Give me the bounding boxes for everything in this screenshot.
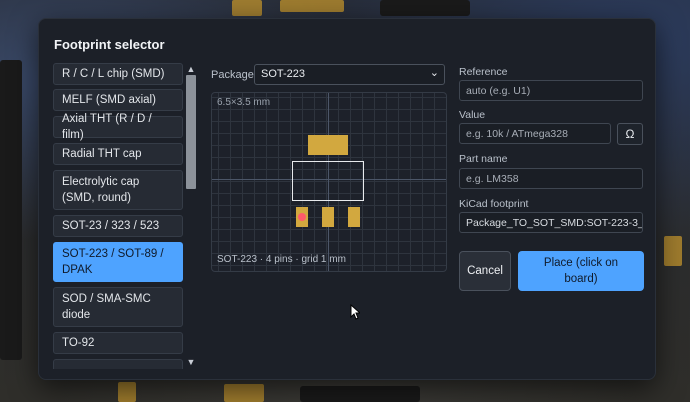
part-name-field[interactable]: e.g. LM358	[459, 168, 643, 189]
package-select[interactable]: SOT-223 ⌄	[254, 64, 445, 85]
list-item-label: R / C / L chip (SMD)	[62, 68, 165, 80]
package-label: Package	[211, 69, 254, 81]
list-item-selected[interactable]: SOT-223 / SOT-89 / DPAK	[53, 242, 183, 282]
preview-dimensions: 6.5×3.5 mm	[217, 97, 271, 108]
list-item-label: Radial THT cap	[62, 148, 142, 160]
list-item[interactable]: SOD / SMA-SMC diode	[53, 287, 183, 327]
scrollbar-thumb[interactable]	[186, 75, 196, 189]
list-item[interactable]: TO-92	[53, 332, 183, 354]
list-item[interactable]: MELF (SMD axial)	[53, 89, 183, 111]
list-item[interactable]: Axial THT (R / D / film)	[53, 113, 183, 141]
list-item[interactable]: Radial THT cap	[53, 143, 183, 165]
list-item[interactable]: SOT-23 / 323 / 523	[53, 215, 183, 237]
background-pad	[664, 236, 682, 266]
value-label: Value	[459, 109, 486, 121]
list-item[interactable]	[53, 359, 183, 369]
background-chip	[300, 386, 420, 402]
mouse-cursor-icon	[350, 304, 360, 320]
list-item-label: SOT-23 / 323 / 523	[62, 220, 160, 232]
package-select-value: SOT-223	[261, 68, 306, 80]
cancel-button[interactable]: Cancel	[459, 251, 511, 291]
kicad-footprint-label: KiCad footprint	[459, 198, 529, 210]
pin-pad	[322, 207, 334, 227]
background-pad	[224, 384, 264, 402]
list-item[interactable]: Electrolytic cap (SMD, round)	[53, 170, 183, 210]
value-field[interactable]: e.g. 10k / ATmega328	[459, 123, 611, 144]
list-item[interactable]: R / C / L chip (SMD)	[53, 63, 183, 85]
pin-pad	[348, 207, 360, 227]
list-item-label: SOT-223 / SOT-89 / DPAK	[62, 248, 164, 276]
list-item-label: Axial THT (R / D / film)	[62, 113, 152, 141]
background-chip	[0, 60, 22, 360]
background-pad	[280, 0, 344, 12]
scroll-down-icon[interactable]: ▼	[186, 357, 196, 367]
background-pad	[118, 382, 136, 402]
list-item-label: TO-92	[62, 337, 95, 349]
footprint-preview: 6.5×3.5 mm SOT-223 · 4 pins · grid 1 mm	[211, 92, 447, 272]
footprint-list: R / C / L chip (SMD) MELF (SMD axial) Ax…	[53, 63, 199, 369]
dialog-title: Footprint selector	[54, 37, 165, 52]
omega-symbol-button[interactable]: Ω	[617, 123, 643, 145]
background-chip	[380, 0, 470, 16]
package-body-outline	[292, 161, 364, 201]
list-item-label: Electrolytic cap (SMD, round)	[62, 176, 140, 204]
pin1-marker	[298, 213, 306, 221]
reference-label: Reference	[459, 66, 508, 78]
chevron-down-icon: ⌄	[429, 67, 439, 79]
list-item-label: MELF (SMD axial)	[62, 94, 156, 106]
preview-caption: SOT-223 · 4 pins · grid 1 mm	[217, 254, 346, 265]
list-scrollbar[interactable]: ▲ ▼	[184, 63, 198, 369]
tab-pad	[308, 135, 348, 155]
part-name-label: Part name	[459, 153, 508, 165]
kicad-footprint-field[interactable]: Package_TO_SOT_SMD:SOT-223-3_TabPin2	[459, 212, 643, 233]
footprint-selector-dialog: Footprint selector R / C / L chip (SMD) …	[38, 18, 656, 380]
place-button[interactable]: Place (click on board)	[518, 251, 644, 291]
scroll-up-icon[interactable]: ▲	[186, 64, 196, 74]
reference-field[interactable]: auto (e.g. U1)	[459, 80, 643, 101]
background-pad	[232, 0, 262, 16]
list-item-label: SOD / SMA-SMC diode	[62, 293, 151, 321]
